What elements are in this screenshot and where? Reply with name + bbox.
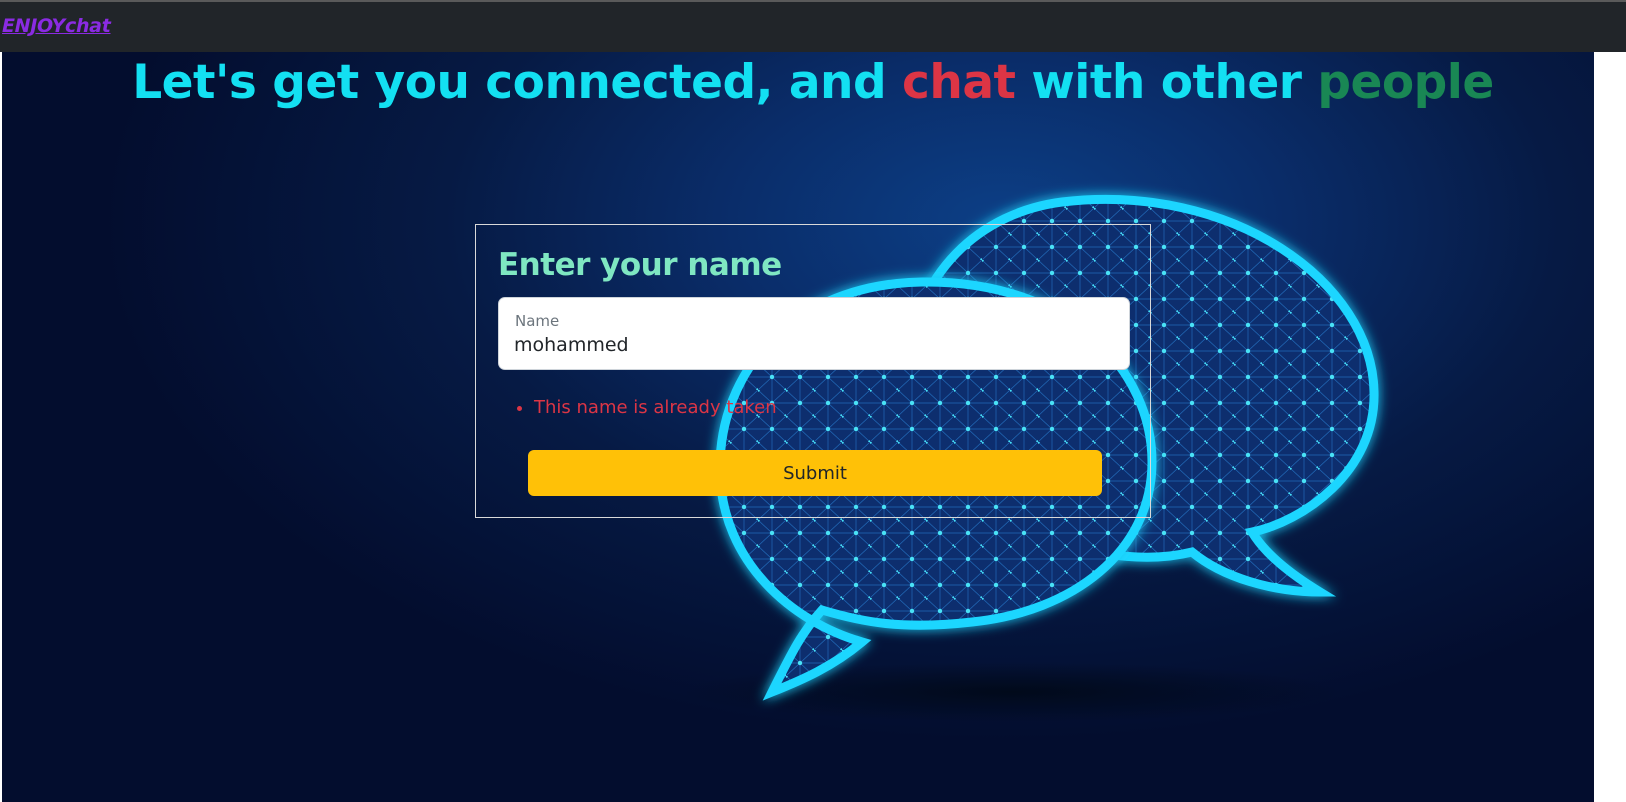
- name-form-card: Enter your name Name This name is alread…: [475, 224, 1151, 518]
- hero-section: Enter your name Name This name is alread…: [2, 52, 1594, 802]
- page-headline: Let's get you connected, and chat with o…: [0, 55, 1626, 110]
- error-list: This name is already taken: [516, 397, 777, 418]
- error-message: This name is already taken: [534, 397, 777, 418]
- name-field[interactable]: Name: [498, 297, 1130, 370]
- brand-link[interactable]: ENJOYchat: [2, 15, 111, 37]
- headline-word-people: people: [1317, 55, 1494, 110]
- name-field-label: Name: [515, 312, 560, 330]
- headline-part-2: with other: [1015, 55, 1318, 110]
- headline-part-1: Let's get you connected, and: [132, 55, 902, 110]
- name-input[interactable]: [514, 331, 1114, 359]
- navbar: ENJOYchat: [0, 0, 1626, 52]
- headline-word-chat: chat: [902, 55, 1016, 110]
- submit-button[interactable]: Submit: [528, 450, 1102, 496]
- page-margin: [1594, 52, 1626, 802]
- form-title: Enter your name: [498, 247, 782, 283]
